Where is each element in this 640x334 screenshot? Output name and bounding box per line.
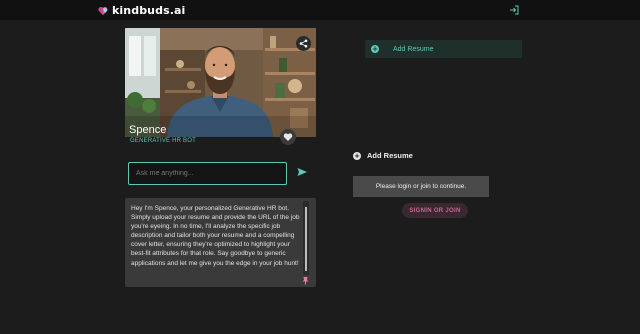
login-required-message: Please login or join to continue. bbox=[353, 176, 489, 197]
brand-name: kindbuds.ai bbox=[112, 4, 186, 17]
bot-role: GENERATIVE HR BOT bbox=[130, 138, 196, 144]
plus-circle-icon: + bbox=[353, 151, 361, 160]
send-icon[interactable] bbox=[296, 166, 308, 178]
bot-greeting-message: Hey I'm Spence, your personalized Genera… bbox=[131, 205, 300, 267]
bot-avatar-photo bbox=[125, 28, 316, 137]
signin-or-join-button[interactable]: SIGNIN OR JOIN bbox=[402, 203, 468, 218]
add-resume-heading: + Add Resume bbox=[353, 151, 413, 160]
pin-icon[interactable] bbox=[301, 276, 310, 285]
share-button[interactable] bbox=[296, 36, 311, 51]
ask-input[interactable] bbox=[128, 162, 287, 185]
brand-logo[interactable]: kindbuds.ai bbox=[98, 4, 185, 17]
heart-icon bbox=[283, 133, 293, 141]
heart-logo-icon bbox=[98, 6, 108, 15]
add-resume-button[interactable]: + Add Resume bbox=[365, 40, 522, 58]
login-arrow-icon[interactable] bbox=[508, 4, 520, 16]
share-icon bbox=[299, 39, 308, 48]
chat-message-box: Hey I'm Spence, your personalized Genera… bbox=[125, 198, 316, 287]
bot-name: Spence bbox=[129, 124, 167, 136]
chat-scroll-thumb[interactable] bbox=[305, 207, 307, 271]
plus-circle-icon: + bbox=[371, 45, 379, 53]
add-resume-button-label: Add Resume bbox=[393, 45, 434, 53]
top-bar: kindbuds.ai bbox=[0, 0, 640, 20]
add-resume-heading-label: Add Resume bbox=[367, 151, 413, 160]
favorite-button[interactable] bbox=[280, 129, 296, 145]
